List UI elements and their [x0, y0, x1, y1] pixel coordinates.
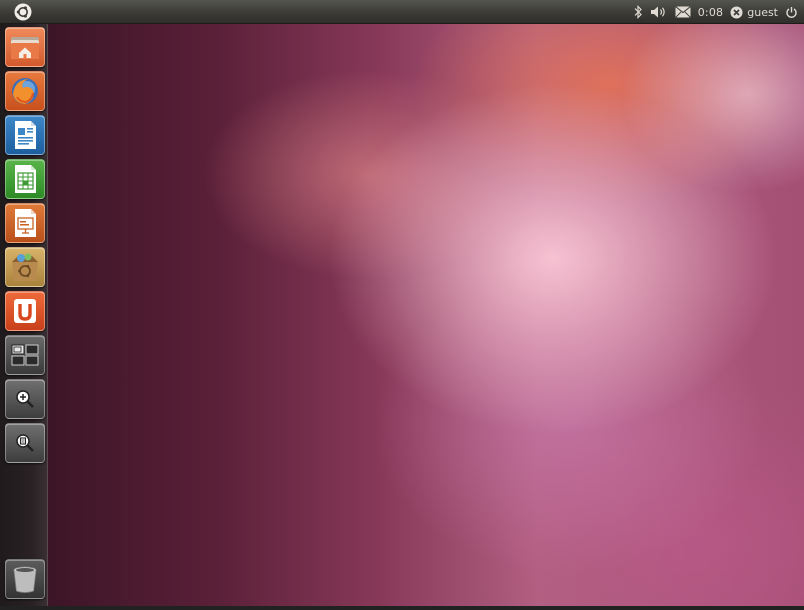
clock-indicator[interactable]: 0:08 [698, 0, 724, 24]
launcher-item-files-lens[interactable] [5, 423, 45, 463]
writer-document-icon [15, 121, 36, 149]
user-name: guest [747, 5, 778, 19]
impress-presentation-icon [15, 209, 36, 237]
launcher-item-libreoffice-calc[interactable] [5, 159, 45, 199]
launcher-item-ubuntu-software-center[interactable] [5, 247, 45, 287]
home-folder-icon [11, 37, 39, 59]
user-status-icon [730, 6, 743, 18]
launcher-item-workspace-switcher[interactable] [5, 335, 45, 375]
ubuntu-logo-icon [14, 3, 32, 21]
software-center-icon [12, 253, 38, 281]
screen-bottom-edge [0, 606, 804, 610]
speaker-volume-icon [650, 6, 665, 18]
launcher-item-firefox[interactable] [5, 71, 45, 111]
sound-indicator[interactable] [650, 0, 668, 24]
launcher-item-home-folder[interactable] [5, 27, 45, 67]
launcher-item-applications-lens[interactable] [5, 379, 45, 419]
desktop-wallpaper[interactable] [48, 24, 804, 606]
launcher-item-trash[interactable] [5, 559, 45, 599]
envelope-icon [674, 6, 691, 18]
files-lens-icon [16, 434, 34, 452]
bluetooth-indicator[interactable] [633, 0, 643, 24]
launcher [0, 24, 48, 606]
messaging-indicator[interactable] [674, 0, 691, 24]
dash-home-button[interactable] [14, 3, 32, 21]
power-icon [786, 6, 797, 18]
bluetooth-icon [634, 5, 642, 19]
clock-text: 0:08 [697, 5, 724, 19]
indicator-area: 0:08 guest [633, 0, 798, 24]
trash-icon [13, 566, 37, 593]
session-menu[interactable] [785, 0, 798, 24]
applications-lens-icon [16, 390, 34, 408]
top-panel: 0:08 guest [0, 0, 804, 24]
user-switcher[interactable]: guest [730, 0, 778, 24]
ubuntu-one-icon [14, 299, 36, 323]
firefox-icon [12, 78, 38, 104]
launcher-item-libreoffice-writer[interactable] [5, 115, 45, 155]
launcher-item-libreoffice-impress[interactable] [5, 203, 45, 243]
calc-spreadsheet-icon [15, 165, 36, 193]
ubuntu-desktop: 0:08 guest [0, 0, 804, 610]
launcher-item-ubuntu-one[interactable] [5, 291, 45, 331]
workspace-switcher-icon [11, 344, 39, 366]
